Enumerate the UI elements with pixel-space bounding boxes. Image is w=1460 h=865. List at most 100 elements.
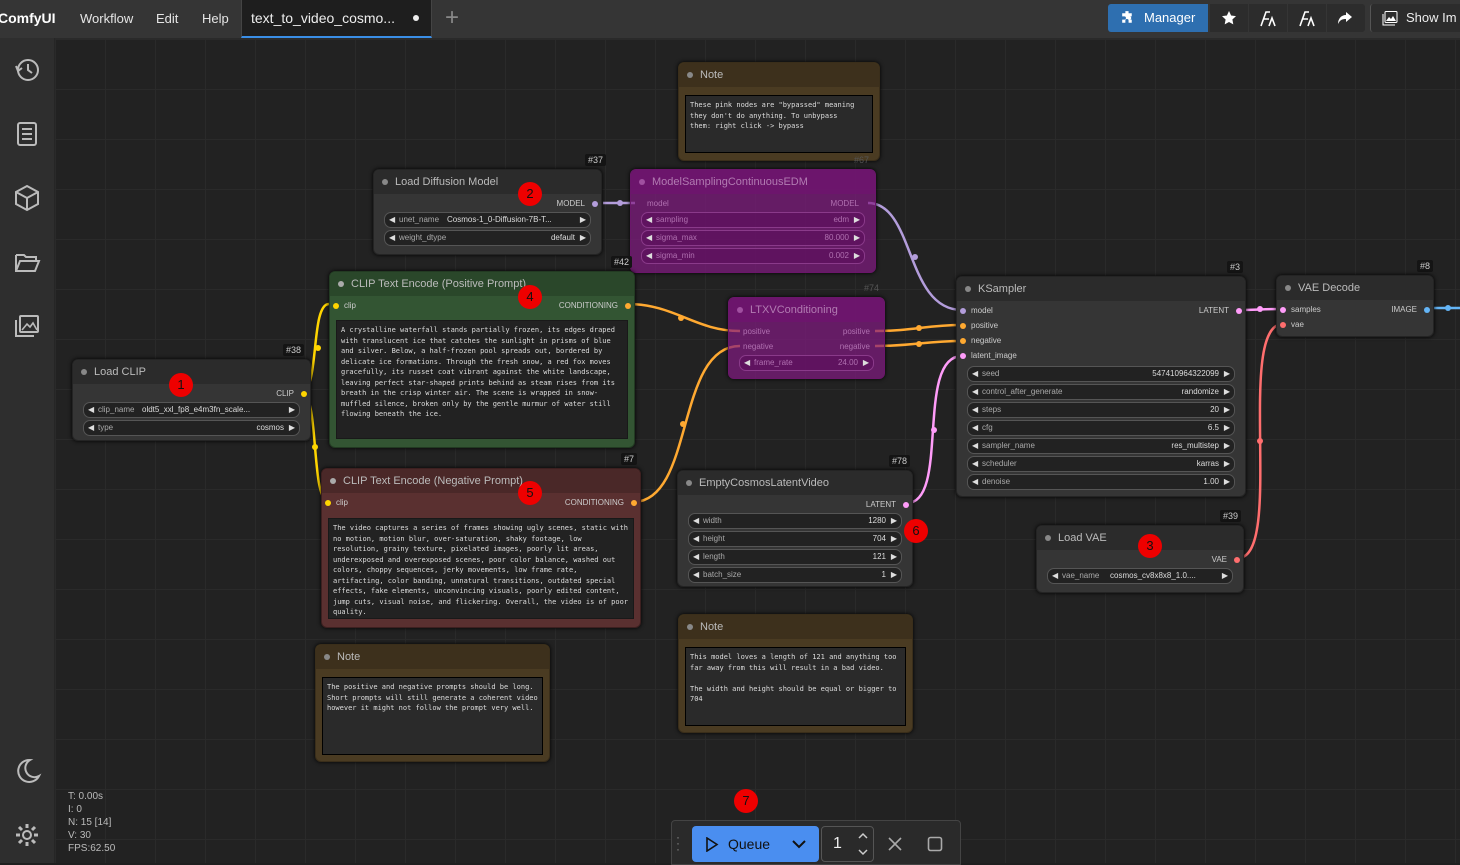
widget-sampling[interactable]: ◀ sampling edm ▶: [641, 212, 865, 228]
show-image-button[interactable]: Show Im: [1370, 4, 1460, 32]
note-textarea[interactable]: These pink nodes are "bypassed" meaning …: [685, 95, 873, 153]
gear-icon: [16, 824, 38, 846]
play-icon: [706, 837, 719, 852]
note-textarea[interactable]: The positive and negative prompts should…: [322, 677, 543, 755]
output-clip-socket[interactable]: [301, 391, 307, 397]
widget-unet-name[interactable]: ◀ unet_name Cosmos-1_0-Diffusion-7B-T... ▶: [384, 212, 591, 228]
new-tab-plus-icon[interactable]: +: [445, 6, 459, 30]
workflow-tab[interactable]: text_to_video_cosmo...: [241, 0, 432, 38]
input-vae-socket[interactable]: [1280, 322, 1286, 328]
ltxv-conditioning-node[interactable]: LTXVConditioning positive positive negat…: [728, 297, 885, 379]
widget-weight-dtype[interactable]: ◀ weight_dtype default ▶: [384, 230, 591, 246]
input-positive-socket[interactable]: [960, 323, 966, 329]
graph-canvas[interactable]: Note These pink nodes are "bypassed" mea…: [55, 39, 1460, 863]
menu-edit[interactable]: Edit: [156, 0, 178, 38]
input-clip-socket[interactable]: [333, 303, 339, 309]
manager-button[interactable]: Manager: [1108, 4, 1208, 32]
images-icon: [15, 315, 39, 337]
input-latent-socket[interactable]: [960, 353, 966, 359]
menu-help[interactable]: Help: [202, 0, 229, 38]
load-clip-node[interactable]: Load CLIP CLIP ◀ clip_name oldt5_xxl_fp8_e…: [72, 359, 311, 441]
widget-clip-name[interactable]: ◀ clip_name oldt5_xxl_fp8_e4m3fn_scale... ▶: [83, 402, 300, 418]
input-model-socket[interactable]: [960, 308, 966, 314]
input-negative-socket[interactable]: [960, 338, 966, 344]
prompt-textarea[interactable]: A crystalline waterfall stands partially…: [336, 320, 628, 439]
note-textarea[interactable]: This model loves a length of 121 and any…: [685, 647, 906, 726]
note-node-prompt-info[interactable]: Note The positive and negative prompts s…: [315, 644, 550, 762]
book-icon: [17, 122, 37, 146]
drag-handle-icon[interactable]: · · ·: [676, 831, 680, 855]
note-node-bypass-info[interactable]: Note These pink nodes are "bypassed" mea…: [678, 62, 880, 161]
decrement-icon[interactable]: [858, 848, 868, 856]
menu-workflow[interactable]: Workflow: [80, 0, 133, 38]
output-latent-socket[interactable]: [903, 502, 909, 508]
output-model-label: MODEL: [830, 199, 859, 208]
model-button-1[interactable]: [1249, 4, 1287, 32]
widget-batch-size[interactable]: ◀ batch_size 1 ▶: [688, 567, 902, 583]
prompt-textarea[interactable]: The video captures a series of frames sh…: [328, 518, 634, 619]
theme-toggle-button[interactable]: [8, 752, 46, 790]
load-diffusion-model-node[interactable]: Load Diffusion Model MODEL ◀ unet_name Cos…: [373, 169, 602, 255]
stop-icon[interactable]: [927, 836, 943, 852]
widget-vae-name[interactable]: ◀ vae_name cosmos_cv8x8x8_1.0.... ▶: [1047, 568, 1233, 584]
input-clip-label: clip: [344, 301, 357, 310]
node-library-button[interactable]: [8, 115, 46, 153]
widget-type[interactable]: ◀ type cosmos ▶: [83, 420, 300, 436]
widget-width[interactable]: ◀ width 1280 ▶: [688, 513, 902, 529]
output-model-socket[interactable]: [592, 201, 598, 207]
node-title: ModelSamplingContinuousEDM: [652, 176, 808, 188]
load-vae-node[interactable]: Load VAE VAE ◀ vae_name cosmos_cv8x8x8_1.0…: [1036, 525, 1244, 593]
cube-icon: [15, 184, 39, 212]
puzzle-icon: [1122, 11, 1132, 23]
model-sampling-edm-node[interactable]: ModelSamplingContinuousEDM model MODEL ◀…: [630, 169, 876, 273]
output-conditioning-socket[interactable]: [625, 303, 631, 309]
widget-control-after-generate[interactable]: ◀ control_after_generate randomize ▶: [967, 384, 1235, 400]
widget-height[interactable]: ◀ height 704 ▶: [688, 531, 902, 547]
unsaved-dot-icon[interactable]: [413, 15, 419, 21]
step-badge-4: 4: [518, 285, 542, 309]
input-samples-socket[interactable]: [1280, 307, 1286, 313]
queue-button[interactable]: Queue: [692, 826, 819, 862]
moon-icon: [17, 758, 42, 783]
widget-denoise[interactable]: ◀ denoise 1.00 ▶: [967, 474, 1235, 490]
workflows-button[interactable]: [8, 243, 46, 281]
input-clip-socket[interactable]: [325, 500, 331, 506]
increment-icon[interactable]: [858, 832, 868, 840]
widget-seed[interactable]: ◀ seed 547410964322099 ▶: [967, 366, 1235, 382]
input-clip-label: clip: [336, 498, 349, 507]
widget-sampler-name[interactable]: ◀ sampler_name res_multistep ▶: [967, 438, 1235, 454]
output-conditioning-socket[interactable]: [631, 500, 637, 506]
model-library-button[interactable]: [8, 179, 46, 217]
widget-sigma-max[interactable]: ◀ sigma_max 80.000 ▶: [641, 230, 865, 246]
output-vae-socket[interactable]: [1234, 557, 1240, 563]
share-button[interactable]: [1327, 4, 1365, 32]
widget-length[interactable]: ◀ length 121 ▶: [688, 549, 902, 565]
stat-time: T: 0.00s: [68, 791, 104, 802]
settings-button[interactable]: [8, 816, 46, 854]
negative-prompt-node[interactable]: CLIP Text Encode (Negative Prompt) clip …: [321, 468, 641, 628]
templates-button[interactable]: [8, 307, 46, 345]
widget-steps[interactable]: ◀ steps 20 ▶: [967, 402, 1235, 418]
widget-scheduler[interactable]: ◀ scheduler karras ▶: [967, 456, 1235, 472]
output-image-socket[interactable]: [1424, 307, 1430, 313]
input-samples-label: samples: [1291, 305, 1321, 314]
favorite-button[interactable]: [1210, 4, 1248, 32]
widget-cfg[interactable]: ◀ cfg 6.5 ▶: [967, 420, 1235, 436]
widget-frame-rate[interactable]: ◀ frame_rate 24.00 ▶: [739, 355, 874, 371]
queue-dropdown[interactable]: [789, 830, 811, 858]
vae-decode-node[interactable]: VAE Decode samples vae IMAGE: [1276, 275, 1434, 337]
model-button-2[interactable]: [1288, 4, 1326, 32]
empty-cosmos-latent-video-node[interactable]: EmptyCosmosLatentVideo LATENT ◀ width 1280…: [677, 470, 913, 587]
widget-sigma-min[interactable]: ◀ sigma_min 0.002 ▶: [641, 248, 865, 264]
queue-history-button[interactable]: [8, 51, 46, 89]
ksampler-node[interactable]: KSampler model positive negative latent_…: [956, 276, 1246, 497]
node-title: KSampler: [978, 283, 1027, 295]
note-node-length-info[interactable]: Note This model loves a length of 121 an…: [678, 614, 913, 733]
close-icon[interactable]: [888, 837, 902, 851]
node-title: CLIP Text Encode (Negative Prompt): [343, 475, 523, 487]
step-badge-6: 6: [904, 519, 928, 543]
batch-count-input[interactable]: 1: [821, 826, 874, 862]
positive-prompt-node[interactable]: CLIP Text Encode (Positive Prompt) clip …: [329, 271, 635, 448]
node-title: Note: [700, 69, 724, 81]
output-latent-socket[interactable]: [1236, 308, 1242, 314]
